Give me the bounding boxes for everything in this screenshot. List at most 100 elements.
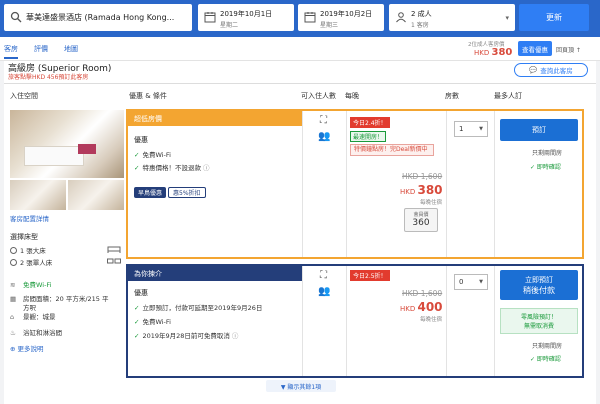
bed-illustration xyxy=(24,146,84,166)
cushion-illustration xyxy=(78,144,96,154)
bed-option-label: 1 張大床 xyxy=(20,247,46,255)
check-icon: ✓ xyxy=(134,332,140,340)
tab-rooms[interactable]: 客房 xyxy=(4,44,18,59)
book-button[interactable]: 預訂 xyxy=(500,119,578,141)
room-section: 高級房 (Superior Room) 旅客點擊HKD 456預訂此客房 💬 查… xyxy=(4,61,596,404)
checkin-day: 星期二 xyxy=(220,22,239,29)
instant-confirm: ✓ 即時確認 xyxy=(530,164,561,171)
deal-notice: 特價鐘點房！完Deal新價中 xyxy=(350,144,434,156)
room-thumbnail[interactable] xyxy=(10,180,66,210)
room-quantity-select[interactable]: 1 ▼ xyxy=(454,121,488,137)
conditions-title: 優惠 xyxy=(134,136,148,144)
early-bird-promo[interactable]: 早鳥優惠 惠5%折扣 xyxy=(134,186,206,198)
guests-field[interactable]: 2 成人 1 客房 ▾ xyxy=(389,4,515,31)
hotel-name-value[interactable]: 華美達盛景酒店 (Ramada Hong Kong... xyxy=(26,12,188,23)
conditions-title: 優惠 xyxy=(134,289,148,297)
price-currency: HKD xyxy=(400,188,416,196)
chevron-down-icon: ▾ xyxy=(505,14,509,22)
search-icon xyxy=(10,11,22,23)
discount-badge: 今日2.5折！ xyxy=(350,270,390,281)
amenity-view: ⌂ 景觀：城景 xyxy=(10,311,56,321)
update-button[interactable]: 更新 xyxy=(519,4,589,31)
room-photo[interactable] xyxy=(10,110,124,178)
checkin-date-field[interactable]: 2019年10月1日 星期二 xyxy=(198,4,294,31)
baby-cot-icon: ⛶ xyxy=(320,270,327,281)
offer-card: 超低房價 優惠 ✓ 免費Wi-Fi ✓ 特惠價格！不設退款 ⓘ 早鳥優惠 惠5%折扣 … xyxy=(126,109,584,259)
divider xyxy=(302,266,303,376)
amenity-wifi: ≋ 免費Wi-Fi xyxy=(10,279,52,289)
book-pay-later-button[interactable]: 立即預訂 稍後付款 xyxy=(500,270,578,300)
wifi-icon: ≋ xyxy=(10,281,16,289)
back-to-top-link[interactable]: 回頁頂 ↑ xyxy=(556,45,581,54)
info-icon[interactable]: ⓘ xyxy=(203,164,210,172)
view-deal-button[interactable]: 查看優惠 xyxy=(518,41,552,56)
double-bed-icon xyxy=(107,246,121,253)
quantity-value: 0 xyxy=(459,278,464,286)
col-room-type: 入住空間 xyxy=(10,92,38,100)
tab-reviews[interactable]: 評價 xyxy=(34,44,48,54)
plus-icon: ⊕ xyxy=(10,345,16,353)
book-button-label: 預訂 xyxy=(532,126,546,134)
view-icon: ⌂ xyxy=(10,313,15,321)
room-details-link[interactable]: 客房配置詳情 xyxy=(10,213,49,223)
member-price-value: 360 xyxy=(412,218,430,228)
amenity-shower: ♨ 浴缸和淋浴間 xyxy=(10,327,62,337)
shower-icon: ♨ xyxy=(10,329,16,337)
divider xyxy=(494,266,495,376)
checkin-date: 2019年10月1日 xyxy=(220,10,273,18)
price-currency: HKD xyxy=(400,305,416,313)
hotel-search-field[interactable]: 華美達盛景酒店 (Ramada Hong Kong... xyxy=(4,4,192,31)
divider xyxy=(494,111,495,257)
condition-text: 特惠價格！不設退款 xyxy=(142,164,201,172)
divider xyxy=(346,111,347,257)
more-info-link[interactable]: ⊕ 更多說明 xyxy=(10,343,44,353)
checkout-date-field[interactable]: 2019年10月2日 星期三 xyxy=(298,4,384,31)
divider xyxy=(446,266,447,376)
member-price-box: 會員價 360 xyxy=(404,208,438,232)
more-info-label: 更多說明 xyxy=(17,345,44,353)
offer-band: 超低房價 xyxy=(128,111,302,126)
bed-option-twin[interactable]: 2 張單人床 xyxy=(10,257,52,267)
nav-price-value: 380 xyxy=(491,47,513,58)
divider xyxy=(302,111,303,257)
bed-option-double[interactable]: 1 張大床 xyxy=(10,245,46,255)
calendar-icon xyxy=(204,12,216,23)
price-note: 每晚住宿 xyxy=(420,200,443,206)
offer-band: 為你揀介 xyxy=(128,266,302,281)
book-button-sublabel: 稍後付款 xyxy=(523,285,555,295)
room-thumbnail[interactable] xyxy=(68,180,124,210)
condition-text: 立即預訂，付款可延期至2019年9月26日 xyxy=(142,304,263,312)
guests-count: 2 成人 xyxy=(411,10,432,18)
condition-item: ✓ 特惠價格！不設退款 ⓘ xyxy=(134,162,209,172)
info-icon[interactable]: ⓘ xyxy=(232,332,239,340)
condition-text: 免費Wi-Fi xyxy=(142,318,171,326)
col-quantity: 房數 xyxy=(445,92,459,100)
two-persons-icon: 👥 xyxy=(318,131,331,142)
condition-item: ✓ 免費Wi-Fi xyxy=(134,316,171,326)
col-book: 最多人訂 xyxy=(494,92,522,100)
promo-value: 惠5%折扣 xyxy=(168,186,206,198)
check-icon: ✓ xyxy=(134,318,140,326)
twin-bed-icon xyxy=(107,258,121,264)
chevron-down-icon: ▼ xyxy=(479,126,483,132)
ask-room-button[interactable]: 💬 查詢此客房 xyxy=(514,63,588,77)
condition-text: 2019年9月28日前可免費取消 xyxy=(142,332,230,340)
amenity-text: 景觀：城景 xyxy=(23,313,56,321)
divider xyxy=(4,83,596,84)
col-price: 每晚 xyxy=(345,92,359,100)
room-quantity-select[interactable]: 0 ▼ xyxy=(454,274,488,290)
check-icon: ✓ xyxy=(134,304,140,312)
show-more-rooms-button[interactable]: ▼ 顯示其餘1項 xyxy=(266,380,336,392)
original-price: HKD 1,600 xyxy=(402,172,443,181)
current-price: HKD 380 xyxy=(400,183,443,197)
condition-text: 免費Wi-Fi xyxy=(142,151,171,159)
radio-button[interactable] xyxy=(10,247,17,254)
book-button-label: 立即預訂 xyxy=(525,275,553,284)
tab-map[interactable]: 地圖 xyxy=(64,44,78,54)
price-value: 380 xyxy=(417,183,443,197)
condition-item: ✓ 免費Wi-Fi xyxy=(134,149,171,159)
bed-type-title: 選擇床型 xyxy=(10,233,38,241)
nav-price-currency: HKD xyxy=(474,49,490,57)
radio-button[interactable] xyxy=(10,259,17,266)
chevron-down-icon: ▼ xyxy=(479,279,483,285)
